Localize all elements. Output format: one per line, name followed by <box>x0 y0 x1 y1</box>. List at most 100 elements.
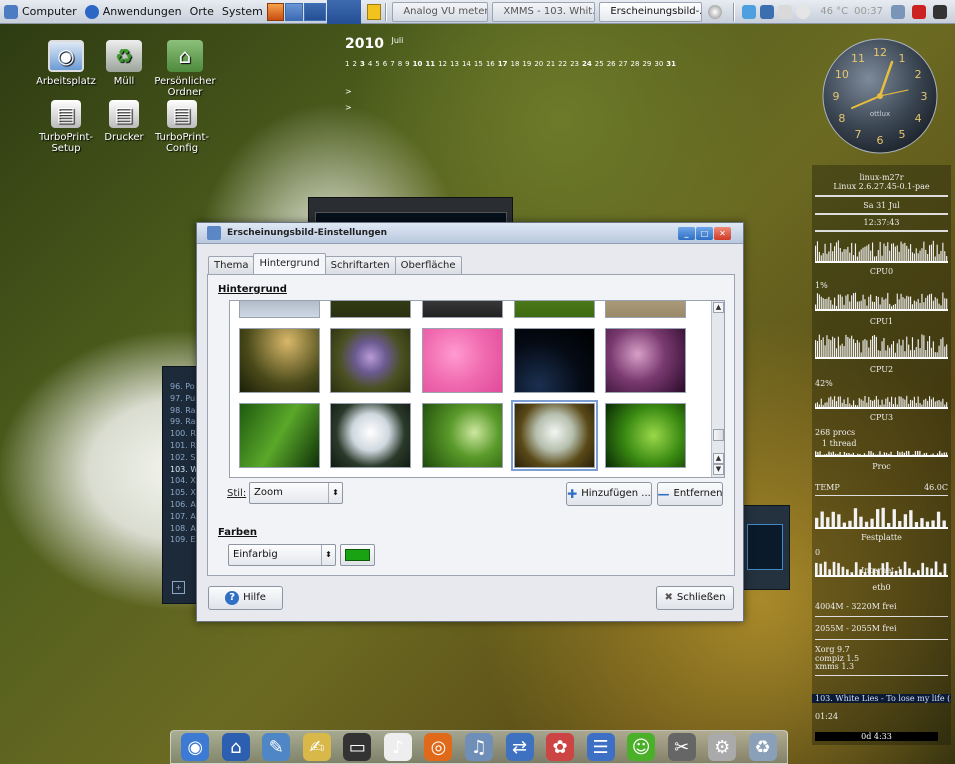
wallpaper-thumb[interactable] <box>514 301 595 318</box>
globe-icon[interactable]: ◉ <box>181 733 210 761</box>
calendar-day: 12 <box>438 60 448 68</box>
editor-icon[interactable]: ✎ <box>262 733 291 761</box>
menu-places[interactable]: Orte <box>186 0 218 24</box>
desktop-icon-home[interactable]: ⌂ Persönlicher Ordner <box>142 40 228 98</box>
wallpaper-thumb[interactable] <box>239 403 320 468</box>
tab-hintergrund[interactable]: Hintergrund <box>253 253 326 274</box>
calendar-day: 22 <box>558 60 568 68</box>
music-icon[interactable]: ♪ <box>383 733 412 761</box>
clock-numeral: 4 <box>915 112 922 125</box>
printer-icon: ▤ <box>51 100 81 128</box>
wallpaper-thumb[interactable] <box>330 403 411 468</box>
wallpaper-thumb[interactable] <box>422 301 503 318</box>
workspace-1[interactable] <box>285 2 303 21</box>
wallpaper-thumb[interactable] <box>330 301 411 318</box>
graph-bar <box>818 294 820 311</box>
chevron-updown-icon: ⬍ <box>328 483 342 503</box>
graph-bar <box>849 338 851 359</box>
trash-icon[interactable]: ♻ <box>748 733 777 761</box>
vu-meter-window[interactable] <box>740 505 790 590</box>
task-appearance[interactable]: Erscheinungsbild-... <box>599 1 703 22</box>
firefox-icon[interactable]: ◎ <box>424 733 453 761</box>
desktop-icon-turboprint-config[interactable]: ▤ TurboPrint-Config <box>142 100 222 154</box>
calendar-day: 10 <box>412 60 423 68</box>
task-xmms[interactable]: XMMS - 103. Whit... <box>492 1 596 22</box>
conky-cpu3: CPU3 <box>869 413 894 422</box>
graph-bar <box>911 337 914 359</box>
color-picker-button[interactable] <box>340 544 375 566</box>
scroll-up-button[interactable]: ▲ <box>713 302 724 313</box>
tray-right[interactable] <box>887 0 955 24</box>
menu-computer[interactable]: Computer <box>0 0 81 24</box>
paint-icon[interactable]: ✿ <box>546 733 575 761</box>
wallpaper-thumb[interactable] <box>514 328 595 393</box>
graph-bar <box>891 344 893 359</box>
tab-schriftarten[interactable]: Schriftarten <box>324 256 396 274</box>
close-window-button[interactable]: ✕ <box>714 226 731 240</box>
top-panel: Computer Anwendungen Orte System Analog … <box>0 0 955 24</box>
graph-bar <box>826 335 828 359</box>
wallpaper-thumb[interactable] <box>605 328 686 393</box>
graph-bar <box>896 293 898 311</box>
scroll-down-button[interactable]: ▼ <box>713 464 724 475</box>
show-desktop-icon[interactable] <box>891 4 905 19</box>
graph-bar <box>822 337 824 359</box>
playlist-add-button[interactable]: + <box>172 581 185 594</box>
logout-icon[interactable] <box>933 4 947 19</box>
graph-bar <box>824 243 826 263</box>
terminal-icon[interactable]: ▭ <box>343 733 372 761</box>
tab-bar: Thema Hintergrund Schriftarten Oberfläch… <box>208 253 462 274</box>
launcher-firefox[interactable] <box>266 2 285 21</box>
wallpaper-gallery[interactable]: ▲ ▲ ▼ <box>229 300 725 478</box>
wallpaper-thumb[interactable] <box>605 301 686 318</box>
settings-icon[interactable]: ⚙ <box>708 733 737 761</box>
conky-song-time: 01:24 <box>815 712 839 721</box>
notes-icon[interactable]: ✍ <box>302 733 331 761</box>
graph-bar <box>900 241 902 263</box>
gallery-scrollbar[interactable]: ▲ ▲ ▼ <box>711 301 724 477</box>
graph-bar <box>866 245 868 263</box>
tab-thema[interactable]: Thema <box>208 256 255 274</box>
scroll-up-button-lower[interactable]: ▲ <box>713 453 724 464</box>
graph-bar <box>942 242 944 263</box>
maximize-button[interactable]: □ <box>696 226 713 240</box>
launcher-notes[interactable] <box>367 3 382 20</box>
menu-system[interactable]: System <box>218 0 267 24</box>
dialog-titlebar[interactable]: Erscheinungsbild-Einstellungen _ □ ✕ <box>197 223 743 244</box>
tray-icons[interactable] <box>738 0 818 24</box>
calendar-day: 30 <box>654 60 664 68</box>
volume-icon[interactable] <box>704 0 730 24</box>
workspace-2[interactable] <box>303 2 327 21</box>
wallpaper-thumb-selected[interactable] <box>511 400 598 471</box>
wallpaper-thumb[interactable] <box>422 328 503 393</box>
remove-button[interactable]: — Entfernen <box>657 482 723 506</box>
wallpaper-thumb[interactable] <box>605 403 686 468</box>
graph-bar <box>816 341 819 359</box>
graph-bar <box>875 296 877 311</box>
panel-clock[interactable]: 00:37 <box>850 0 887 24</box>
task-vu-meter[interactable]: Analog VU meter ... <box>392 1 489 22</box>
tab-oberflaeche[interactable]: Oberfläche <box>394 256 462 274</box>
color-mode-combobox[interactable]: Einfarbig ⬍ <box>228 544 336 566</box>
minimize-button[interactable]: _ <box>678 226 695 240</box>
network-icon[interactable]: ⇄ <box>505 733 534 761</box>
workspace-switcher[interactable] <box>327 0 362 24</box>
wallpaper-thumb[interactable] <box>239 301 320 318</box>
wallpaper-thumb[interactable] <box>239 328 320 393</box>
wallpaper-thumb[interactable] <box>330 328 411 393</box>
home-icon[interactable]: ⌂ <box>221 733 250 761</box>
media-icon[interactable]: ♫ <box>464 733 493 761</box>
wallpaper-thumb[interactable] <box>422 403 503 468</box>
gimp-icon[interactable]: ✂ <box>667 733 696 761</box>
chat-icon[interactable]: ☺ <box>627 733 656 761</box>
close-button[interactable]: ✖ Schließen <box>656 586 734 610</box>
style-combobox[interactable]: Zoom ⬍ <box>249 482 343 504</box>
graph-bar <box>831 511 835 529</box>
lock-icon[interactable] <box>912 4 926 19</box>
add-button[interactable]: ✚ Hinzufügen ... <box>566 482 652 506</box>
conky-time: 12:37:43 <box>863 218 900 227</box>
help-button[interactable]: ? Hilfe <box>208 586 283 610</box>
menu-applications[interactable]: Anwendungen <box>81 0 186 24</box>
scroll-thumb[interactable] <box>713 429 724 441</box>
office-icon[interactable]: ☰ <box>586 733 615 761</box>
